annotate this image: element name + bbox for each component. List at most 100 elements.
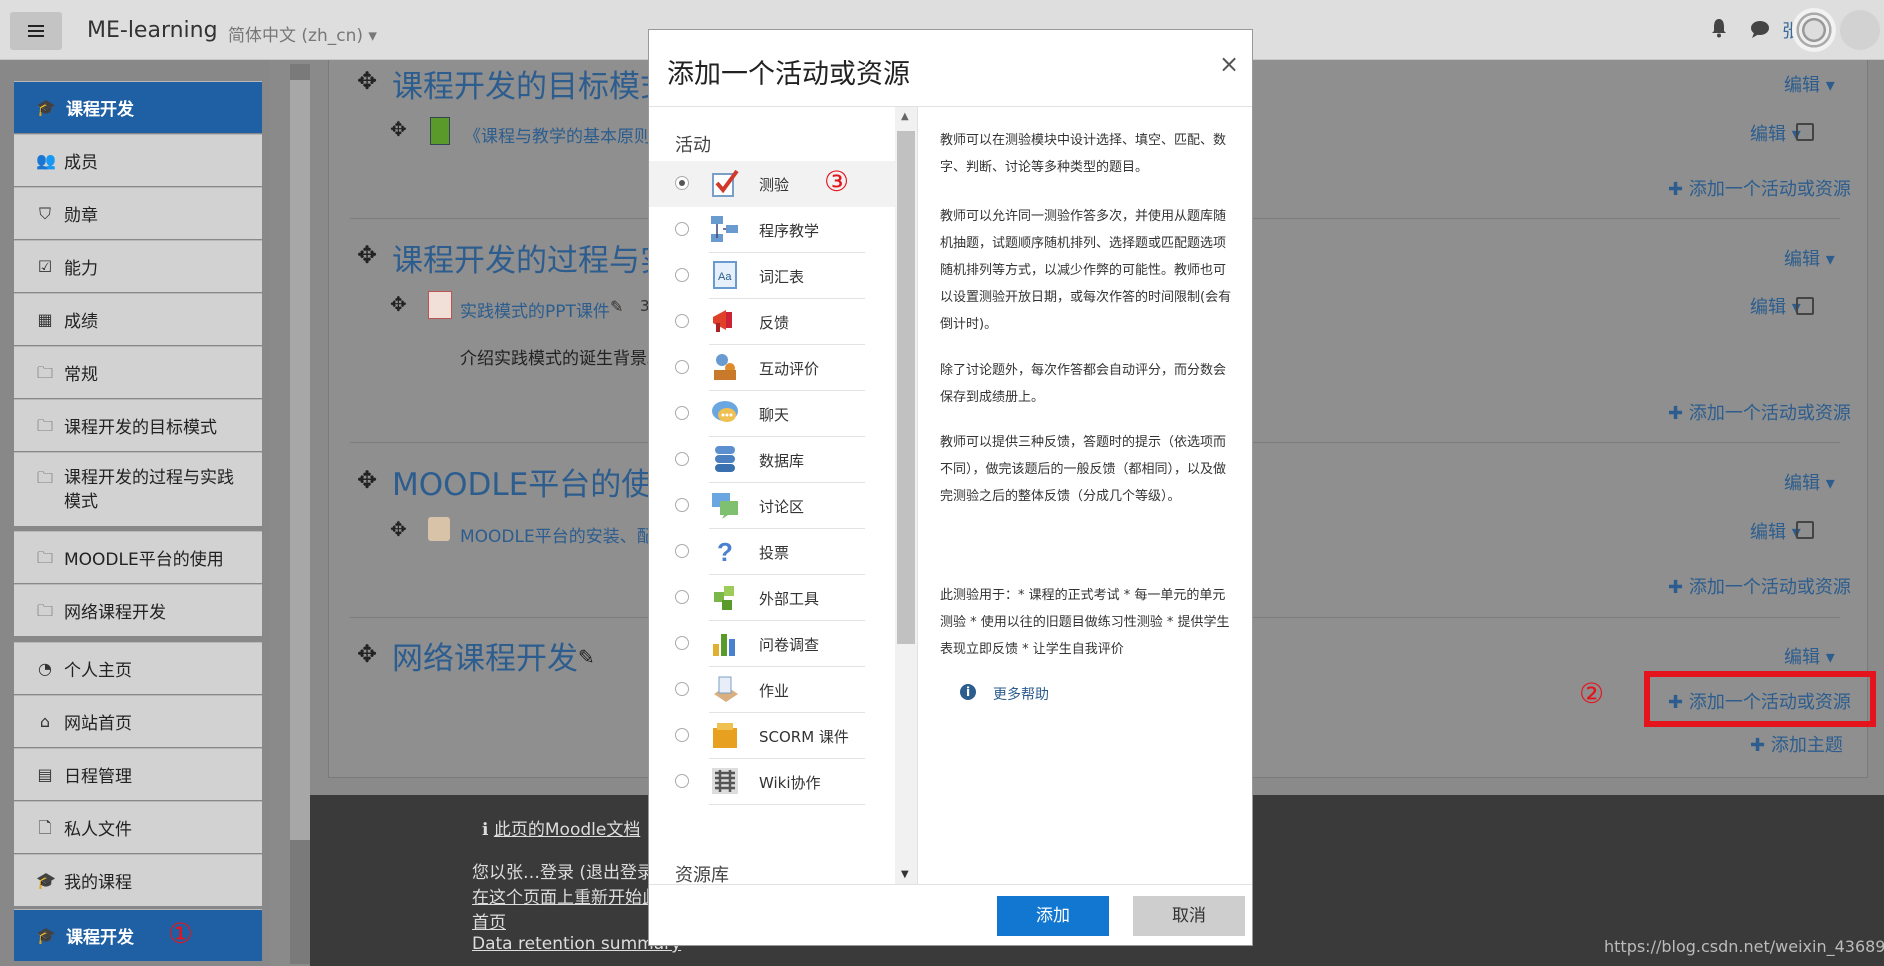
sidebar-item-course[interactable]: 🎓 课程开发: [14, 81, 262, 133]
edit-menu[interactable]: 编辑 ▾: [1784, 643, 1835, 669]
chat-icon[interactable]: [1750, 20, 1770, 38]
option-glossary[interactable]: Aa 词汇表: [649, 253, 865, 299]
option-wiki[interactable]: Wiki协作: [649, 759, 865, 805]
pencil-icon[interactable]: ✎: [578, 645, 595, 669]
radio-button[interactable]: [675, 222, 689, 236]
sidebar-item-section-4[interactable]: 🗀 网络课程开发: [14, 584, 262, 636]
radio-button[interactable]: [675, 590, 689, 604]
sidebar-item-general[interactable]: 🗀 常规: [14, 346, 262, 398]
option-assignment[interactable]: 作业: [649, 667, 865, 713]
sidebar-item-section-1[interactable]: 🗀 课程开发的目标模式: [14, 399, 262, 451]
sidebar-item-section-2[interactable]: 🗀 课程开发的过程与实践模式: [14, 452, 262, 526]
avatar[interactable]: [1792, 8, 1836, 52]
language-menu[interactable]: 简体中文 (zh_cn) ▾: [228, 21, 377, 46]
option-label: 聊天: [759, 406, 790, 424]
bell-icon[interactable]: [1710, 18, 1728, 38]
move-icon[interactable]: ✥: [357, 640, 377, 668]
sidebar-item-my-courses[interactable]: 🎓 我的课程: [14, 854, 262, 906]
edit-menu[interactable]: 编辑 ▾: [1750, 518, 1801, 544]
move-icon[interactable]: ✥: [357, 241, 377, 269]
sidebar-item-competencies[interactable]: ☑ 能力: [14, 240, 262, 292]
edit-menu[interactable]: 编辑 ▾: [1750, 120, 1801, 146]
sidebar-item-current-course[interactable]: 🎓 课程开发: [14, 909, 262, 961]
help-paragraph: 教师可以提供三种反馈，答题时的提示（依选项而不同），做完该题后的一般反馈（都相同…: [940, 435, 1227, 504]
completion-checkbox[interactable]: [1796, 521, 1814, 539]
option-database[interactable]: 数据库: [649, 437, 865, 483]
sidebar-item-private-files[interactable]: 🗋 私人文件: [14, 801, 262, 853]
add-button[interactable]: 添加: [997, 896, 1109, 936]
options-scrollbar-thumb[interactable]: [897, 131, 915, 644]
cancel-button[interactable]: 取消: [1133, 896, 1245, 936]
option-feedback[interactable]: 反馈: [649, 299, 865, 345]
pencil-icon[interactable]: ✎: [610, 297, 623, 316]
checkbox-icon: ☑: [37, 256, 53, 276]
activity-link[interactable]: 《课程与教学的基本原则》: [464, 122, 668, 147]
close-button[interactable]: ×: [1219, 50, 1239, 78]
add-activity-link[interactable]: ✚ 添加一个活动或资源: [1668, 399, 1851, 425]
section-title[interactable]: 网络课程开发: [392, 633, 578, 678]
radio-button[interactable]: [675, 636, 689, 650]
option-lesson[interactable]: 程序教学: [649, 207, 865, 253]
add-activity-link[interactable]: ✚ 添加一个活动或资源: [1668, 175, 1851, 201]
radio-button[interactable]: [675, 360, 689, 374]
home-link[interactable]: 首页: [472, 908, 506, 933]
option-quiz[interactable]: 测验 ③: [649, 161, 895, 207]
sidebar-item-site-home[interactable]: ⌂ 网站首页: [14, 695, 262, 747]
activity-link[interactable]: MOODLE平台的安装、配: [460, 522, 654, 547]
sidebar-item-section-3[interactable]: 🗀 MOODLE平台的使用: [14, 531, 262, 583]
activity-link[interactable]: 实践模式的PPT课件: [460, 297, 610, 322]
edit-label: 编辑: [1784, 249, 1820, 270]
edit-menu[interactable]: 编辑 ▾: [1784, 245, 1835, 271]
add-topic-link[interactable]: ✚ 添加主题: [1750, 731, 1843, 757]
sidebar-item-badges[interactable]: ⛉ 勋章: [14, 187, 262, 239]
option-chat[interactable]: 聊天: [649, 391, 865, 437]
option-survey[interactable]: 问卷调查: [649, 621, 865, 667]
radio-button[interactable]: [675, 498, 689, 512]
radio-button[interactable]: [675, 452, 689, 466]
option-workshop[interactable]: 互动评价: [649, 345, 865, 391]
scroll-up-icon[interactable]: ▲: [901, 111, 909, 122]
edit-menu[interactable]: 编辑 ▾: [1784, 71, 1835, 97]
radio-button[interactable]: [675, 176, 689, 190]
edit-menu[interactable]: 编辑 ▾: [1784, 469, 1835, 495]
lesson-icon: [711, 216, 738, 242]
radio-button[interactable]: [675, 406, 689, 420]
move-icon[interactable]: ✥: [390, 292, 407, 316]
radio-button[interactable]: [675, 268, 689, 282]
completion-checkbox[interactable]: [1796, 123, 1814, 141]
sidebar-item-grades[interactable]: ▦ 成绩: [14, 293, 262, 345]
login-info: 您以张…登录 (退出登录): [472, 863, 661, 883]
radio-button[interactable]: [675, 728, 689, 742]
more-help-link[interactable]: 更多帮助: [993, 684, 1049, 704]
move-icon[interactable]: ✥: [357, 67, 377, 95]
section-title[interactable]: 课程开发的目标模式: [392, 61, 671, 106]
reset-link[interactable]: 在这个页面上重新开始此: [472, 883, 659, 908]
site-name-link[interactable]: ME-learning: [87, 18, 218, 43]
option-scorm[interactable]: SCORM 课件: [649, 713, 865, 759]
section-title[interactable]: MOODLE平台的使用: [392, 459, 683, 504]
move-icon[interactable]: ✥: [390, 517, 407, 541]
radio-button[interactable]: [675, 544, 689, 558]
completion-checkbox[interactable]: [1796, 297, 1814, 315]
option-choice[interactable]: ? 投票: [649, 529, 865, 575]
drawer-scrollbar-thumb[interactable]: [290, 80, 310, 840]
radio-button[interactable]: [675, 682, 689, 696]
sidebar-item-dashboard[interactable]: ◔ 个人主页: [14, 642, 262, 694]
radio-button[interactable]: [675, 314, 689, 328]
feedback-icon: [713, 310, 732, 332]
option-external-tool[interactable]: 外部工具: [649, 575, 865, 621]
move-icon[interactable]: ✥: [357, 466, 377, 494]
option-forum[interactable]: 讨论区: [649, 483, 865, 529]
radio-button[interactable]: [675, 774, 689, 788]
move-icon[interactable]: ✥: [390, 117, 407, 141]
menu-toggle-button[interactable]: [10, 12, 62, 50]
scroll-down-icon[interactable]: ▼: [901, 869, 909, 880]
sidebar-item-calendar[interactable]: ▤ 日程管理: [14, 748, 262, 800]
add-activity-link[interactable]: ✚ 添加一个活动或资源: [1668, 573, 1851, 599]
edit-menu[interactable]: 编辑 ▾: [1750, 293, 1801, 319]
doc-link[interactable]: ℹ 此页的Moodle文档: [482, 815, 640, 840]
annotation-number-1: ①: [168, 917, 194, 950]
option-label: 问卷调查: [759, 636, 820, 654]
sidebar-item-participants[interactable]: 👥 成员: [14, 134, 262, 186]
user-avatar-placeholder[interactable]: [1840, 10, 1880, 50]
